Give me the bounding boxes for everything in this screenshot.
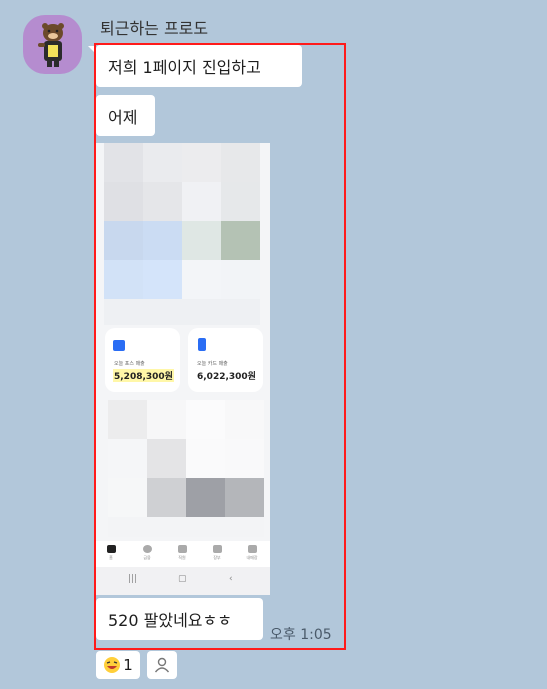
blurred-tile [143,143,182,182]
recents-icon: ||| [128,574,138,584]
blurred-tile [108,478,147,517]
message-text: 어제 [108,107,138,127]
blurred-tile [221,143,260,182]
blurred-tile [225,478,264,517]
nav-label: 직원 [178,555,186,560]
blurred-tile [143,182,182,221]
back-icon: ‹ [229,574,233,584]
pos-icon [113,340,125,351]
blurred-tile [104,299,260,325]
store-icon [247,545,257,553]
bubble-tail [88,46,96,54]
person-icon [154,657,170,673]
blurred-tile [225,400,264,439]
message-bubble[interactable]: 어제 [96,95,155,136]
finance-icon [142,545,152,553]
card-label: 오늘 포스 매출 [114,361,145,367]
nav-mystore: 내매장 [246,545,258,561]
avatar-character-image [38,23,64,67]
nav-label: 내매장 [246,555,258,560]
blurred-tile [147,439,186,478]
message-bubble[interactable]: 저희 1페이지 진입하고 [96,45,302,87]
blurred-tile [108,517,264,537]
sender-avatar[interactable] [23,15,82,74]
blurred-tile [143,221,182,260]
reaction-count: 1 [123,656,133,674]
home-icon [106,545,116,553]
blurred-tile [104,260,143,299]
card-sales-card: 오늘 카드 매출 6,022,300원 [188,328,263,392]
nav-finance: 금융 [141,545,153,561]
blurred-tile [108,439,147,478]
card-value: 6,022,300원 [197,372,256,382]
blurred-tile [108,400,147,439]
blurred-tile [221,221,260,260]
android-system-bar: ||| ▢ ‹ [96,567,270,595]
blurred-tile [143,260,182,299]
blurred-tile [221,182,260,221]
blurred-tile [182,143,221,182]
nav-staff: 직원 [176,545,188,561]
blurred-tile [182,221,221,260]
blurred-tile [182,182,221,221]
nav-label: 홈 [109,555,113,560]
message-timestamp: 오후 1:05 [270,627,332,643]
blurred-tile [104,182,143,221]
card-value: 5,208,300원 [113,369,174,382]
nav-home: 홈 [105,545,117,561]
nav-label: 장부 [213,555,221,560]
blurred-tile [182,260,221,299]
blurred-tile [104,221,143,260]
nav-ledger: 장부 [211,545,223,561]
app-bottom-nav: 홈 금융 직원 장부 내매장 [96,541,270,567]
blurred-tile [186,439,225,478]
nav-label: 금융 [143,555,151,560]
laughing-emoji-icon [104,657,121,673]
sender-name: 퇴근하는 프로도 [100,19,209,38]
blurred-tile [225,439,264,478]
emoji-reaction[interactable]: 1 [96,651,140,679]
card-icon [198,338,206,351]
blurred-tile [147,478,186,517]
blurred-tile [186,400,225,439]
home-button-icon: ▢ [178,574,187,584]
blurred-tile [104,143,143,182]
pos-sales-card: 오늘 포스 매출 5,208,300원 [105,328,180,392]
blurred-tile [186,478,225,517]
message-text: 저희 1페이지 진입하고 [108,58,261,77]
message-text: 520 팔았네요ㅎㅎ [108,611,232,630]
card-label: 오늘 카드 매출 [197,361,228,367]
blurred-tile [147,400,186,439]
ledger-icon [212,545,222,553]
image-message[interactable]: 오늘 포스 매출 5,208,300원 오늘 카드 매출 6,022,300원 … [96,143,270,595]
add-reaction-button[interactable] [147,651,177,679]
blurred-tile [221,260,260,299]
message-bubble[interactable]: 520 팔았네요ㅎㅎ [96,598,263,640]
staff-icon [177,545,187,553]
